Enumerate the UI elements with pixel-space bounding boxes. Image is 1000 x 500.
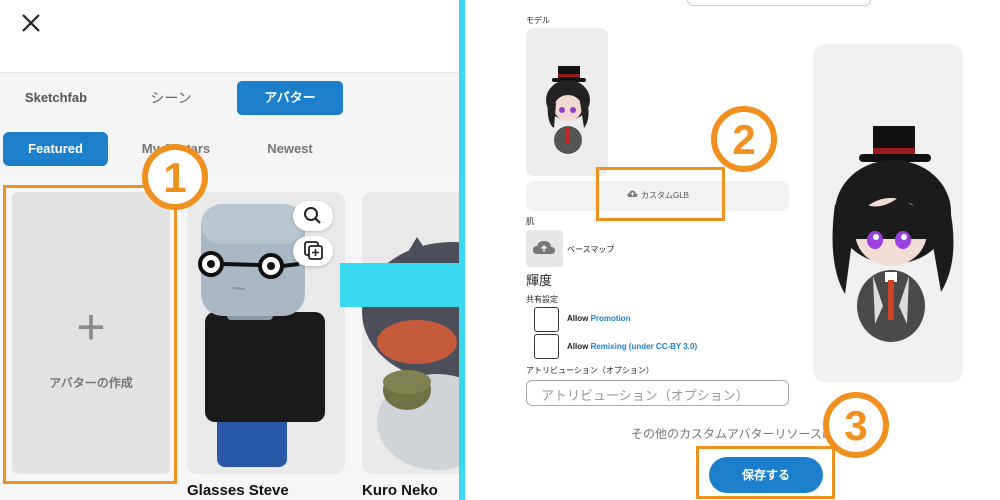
allow-promotion-checkbox[interactable] bbox=[534, 307, 559, 332]
attribution-placeholder: アトリビューション（オプション） bbox=[541, 388, 749, 403]
search-icon[interactable] bbox=[293, 201, 333, 231]
skin-label: 肌 bbox=[526, 217, 534, 226]
svg-text:2: 2 bbox=[732, 116, 755, 163]
attribution-input[interactable]: アトリビューション（オプション） bbox=[526, 380, 789, 406]
model-thumbnail[interactable] bbox=[526, 28, 608, 176]
step-1-highlight bbox=[3, 185, 177, 484]
avatar-card-glasses-steve[interactable] bbox=[187, 192, 345, 474]
step-2-badge: 2 bbox=[711, 106, 777, 172]
glasses-steve-image bbox=[198, 204, 325, 467]
filter-newest[interactable]: Newest bbox=[240, 132, 340, 166]
basemap-upload-button[interactable] bbox=[526, 230, 563, 267]
close-icon[interactable] bbox=[18, 10, 44, 36]
save-button[interactable]: 保存する bbox=[709, 457, 823, 493]
model-thumbnail-image bbox=[546, 66, 590, 154]
model-label: モデル bbox=[526, 16, 550, 25]
share-settings-label: 共有設定 bbox=[526, 295, 558, 304]
avatar-name-glasses-steve: Glasses Steve bbox=[187, 482, 289, 499]
allow-promotion-label: Allow Promotion bbox=[567, 314, 631, 323]
add-to-library-icon[interactable] bbox=[293, 236, 333, 266]
avatar-preview[interactable] bbox=[813, 44, 963, 382]
brightness-label: 輝度 bbox=[526, 273, 553, 288]
avatar-name-kuro-neko: Kuro Neko bbox=[362, 482, 438, 499]
step-2-highlight bbox=[596, 167, 725, 221]
filter-featured[interactable]: Featured bbox=[3, 132, 108, 166]
basemap-label: ベースマップ bbox=[567, 245, 615, 254]
tab-avatar[interactable]: アバター bbox=[237, 81, 343, 115]
step-1-badge: 1 bbox=[142, 144, 208, 210]
attribution-label: アトリビューション（オプション） bbox=[526, 366, 654, 375]
tab-sketchfab[interactable]: Sketchfab bbox=[10, 81, 102, 115]
cloud-upload-icon bbox=[533, 241, 555, 254]
svg-text:3: 3 bbox=[844, 402, 867, 449]
step-3-badge: 3 bbox=[823, 392, 889, 458]
source-tabs: Sketchfab シーン アバター bbox=[0, 73, 460, 123]
tutorial-screenshot: Sketchfab シーン アバター Featured My Avatars N… bbox=[0, 0, 1000, 500]
avatar-preview-image bbox=[832, 126, 954, 342]
allow-remixing-label: Allow Remixing (under CC-BY 3.0) bbox=[567, 342, 698, 351]
svg-text:1: 1 bbox=[163, 154, 186, 201]
name-input[interactable] bbox=[687, 0, 871, 6]
allow-remixing-checkbox[interactable] bbox=[534, 334, 559, 359]
filter-chips: Featured My Avatars Newest bbox=[0, 123, 460, 176]
avatar-editor-panel: モデル カスタムGLB 肌 ベースマップ 輝度 共有設定 Allow Promo… bbox=[465, 0, 1000, 500]
tab-scene[interactable]: シーン bbox=[125, 81, 217, 115]
